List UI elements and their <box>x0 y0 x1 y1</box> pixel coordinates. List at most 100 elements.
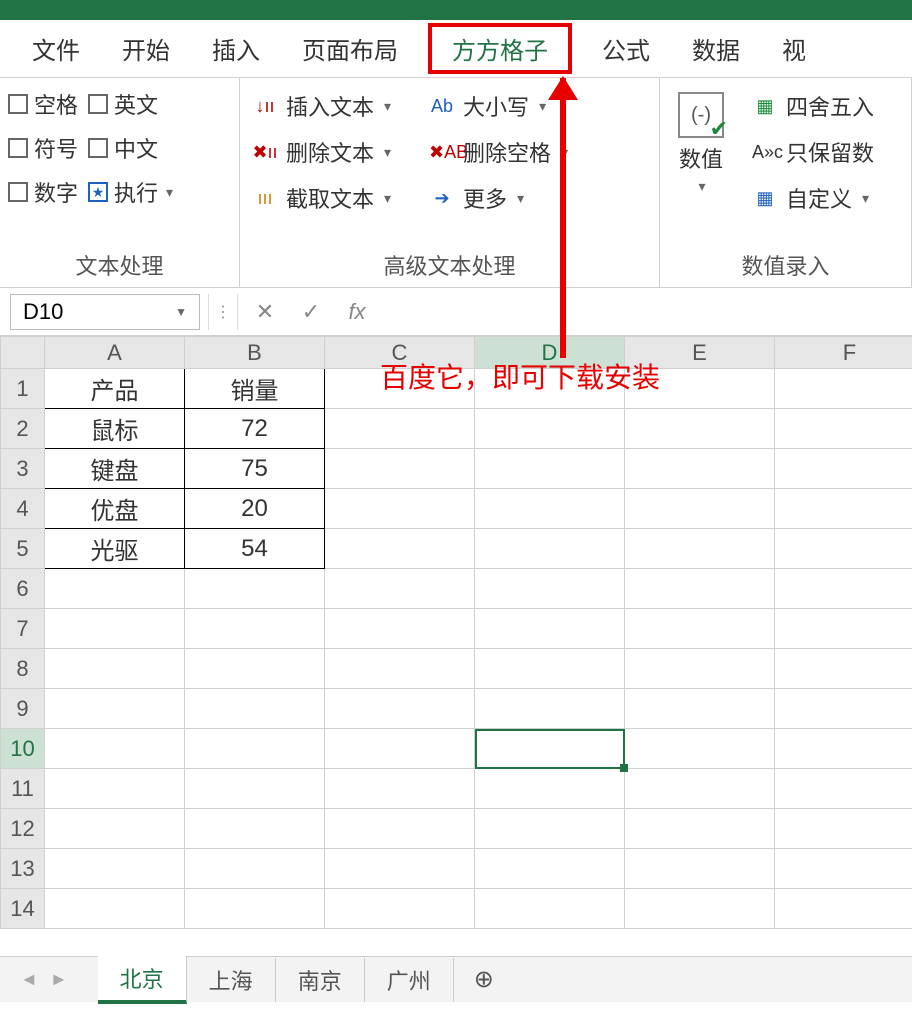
checkbox-symbol[interactable]: 符号 <box>8 132 78 164</box>
tab-data[interactable]: 数据 <box>680 23 752 74</box>
cell[interactable] <box>475 809 625 849</box>
row-header-1[interactable]: 1 <box>1 369 45 409</box>
cell[interactable] <box>625 729 775 769</box>
cell[interactable] <box>325 849 475 889</box>
cell[interactable] <box>325 769 475 809</box>
cell[interactable] <box>185 889 325 929</box>
button-keep-number[interactable]: A»c只保留数 <box>748 134 878 170</box>
cell[interactable] <box>475 609 625 649</box>
cell[interactable] <box>325 409 475 449</box>
row-header-8[interactable]: 8 <box>1 649 45 689</box>
sheet-nav-prev[interactable]: ◄ <box>20 969 38 990</box>
cell[interactable] <box>325 449 475 489</box>
cell[interactable] <box>475 569 625 609</box>
col-header-b[interactable]: B <box>185 337 325 369</box>
cell[interactable] <box>775 889 912 929</box>
col-header-a[interactable]: A <box>45 337 185 369</box>
select-all-corner[interactable] <box>1 337 45 369</box>
row-header-10[interactable]: 10 <box>1 729 45 769</box>
name-box[interactable]: D10 ▼ <box>10 294 200 330</box>
add-sheet-button[interactable]: ⊕ <box>454 965 514 994</box>
cell[interactable] <box>45 849 185 889</box>
cell[interactable] <box>775 409 912 449</box>
cell[interactable] <box>325 489 475 529</box>
cell[interactable] <box>185 609 325 649</box>
cell[interactable] <box>475 649 625 689</box>
row-header-12[interactable]: 12 <box>1 809 45 849</box>
cell[interactable] <box>625 649 775 689</box>
cell[interactable] <box>325 569 475 609</box>
tab-insert[interactable]: 插入 <box>200 23 272 74</box>
checkbox-chinese[interactable]: 中文 <box>88 132 158 164</box>
chevron-down-icon[interactable]: ▼ <box>175 305 187 319</box>
cell[interactable] <box>475 489 625 529</box>
row-header-6[interactable]: 6 <box>1 569 45 609</box>
cell[interactable] <box>775 649 912 689</box>
cell[interactable] <box>775 809 912 849</box>
cell[interactable] <box>625 489 775 529</box>
sheet-tab-nanjing[interactable]: 南京 <box>276 958 365 1002</box>
cell[interactable] <box>185 769 325 809</box>
cell[interactable] <box>625 409 775 449</box>
cell-d10[interactable] <box>475 729 625 769</box>
button-more[interactable]: ➔更多▾ <box>425 180 572 216</box>
sheet-tab-beijing[interactable]: 北京 <box>98 956 187 1004</box>
cell[interactable] <box>775 529 912 569</box>
cell[interactable]: 54 <box>185 529 325 569</box>
cell[interactable] <box>475 849 625 889</box>
confirm-formula-button[interactable]: ✓ <box>292 294 330 330</box>
row-header-2[interactable]: 2 <box>1 409 45 449</box>
cell[interactable] <box>185 569 325 609</box>
cell[interactable] <box>185 809 325 849</box>
tab-file[interactable]: 文件 <box>20 23 92 74</box>
checkbox-number[interactable]: 数字 <box>8 176 78 208</box>
button-delete-space[interactable]: ✖AB删除空格▾ <box>425 134 572 170</box>
cell[interactable] <box>775 369 912 409</box>
cell[interactable] <box>775 849 912 889</box>
checkbox-english[interactable]: 英文 <box>88 88 158 120</box>
tab-home[interactable]: 开始 <box>110 23 182 74</box>
cell[interactable] <box>625 769 775 809</box>
cell[interactable] <box>475 409 625 449</box>
sheet-tab-shanghai[interactable]: 上海 <box>187 958 276 1002</box>
button-round[interactable]: ▦四舍五入 <box>748 88 878 124</box>
cell[interactable] <box>325 689 475 729</box>
tab-page-layout[interactable]: 页面布局 <box>290 23 410 74</box>
cell[interactable] <box>625 889 775 929</box>
cell[interactable] <box>625 809 775 849</box>
row-header-11[interactable]: 11 <box>1 769 45 809</box>
cell[interactable] <box>475 689 625 729</box>
row-header-7[interactable]: 7 <box>1 609 45 649</box>
cell[interactable] <box>625 609 775 649</box>
row-header-9[interactable]: 9 <box>1 689 45 729</box>
cell[interactable] <box>775 489 912 529</box>
row-header-13[interactable]: 13 <box>1 849 45 889</box>
cell[interactable] <box>325 889 475 929</box>
cell[interactable] <box>185 649 325 689</box>
cell[interactable] <box>325 529 475 569</box>
cell[interactable] <box>475 769 625 809</box>
sheet-tab-guangzhou[interactable]: 广州 <box>365 958 454 1002</box>
cell[interactable] <box>325 609 475 649</box>
tab-formula[interactable]: 公式 <box>590 23 662 74</box>
cell[interactable]: 优盘 <box>45 489 185 529</box>
cell[interactable] <box>185 729 325 769</box>
cell[interactable]: 鼠标 <box>45 409 185 449</box>
cell[interactable] <box>45 769 185 809</box>
cell[interactable] <box>775 689 912 729</box>
cell[interactable] <box>475 529 625 569</box>
tab-fangfanggezi[interactable]: 方方格子 <box>428 23 572 74</box>
formula-input[interactable] <box>384 294 902 330</box>
cancel-formula-button[interactable]: ✕ <box>246 294 284 330</box>
button-extract-text[interactable]: ııı截取文本▾ <box>248 180 395 216</box>
checkbox-space[interactable]: 空格 <box>8 88 78 120</box>
cell[interactable] <box>625 849 775 889</box>
cell[interactable] <box>45 889 185 929</box>
cell[interactable]: 20 <box>185 489 325 529</box>
cell[interactable] <box>325 649 475 689</box>
cell[interactable] <box>45 809 185 849</box>
spreadsheet-grid[interactable]: A B C D E F 1 产品 销量 2 鼠标 72 3 <box>0 336 912 956</box>
cell[interactable]: 光驱 <box>45 529 185 569</box>
cell[interactable] <box>775 449 912 489</box>
row-header-14[interactable]: 14 <box>1 889 45 929</box>
